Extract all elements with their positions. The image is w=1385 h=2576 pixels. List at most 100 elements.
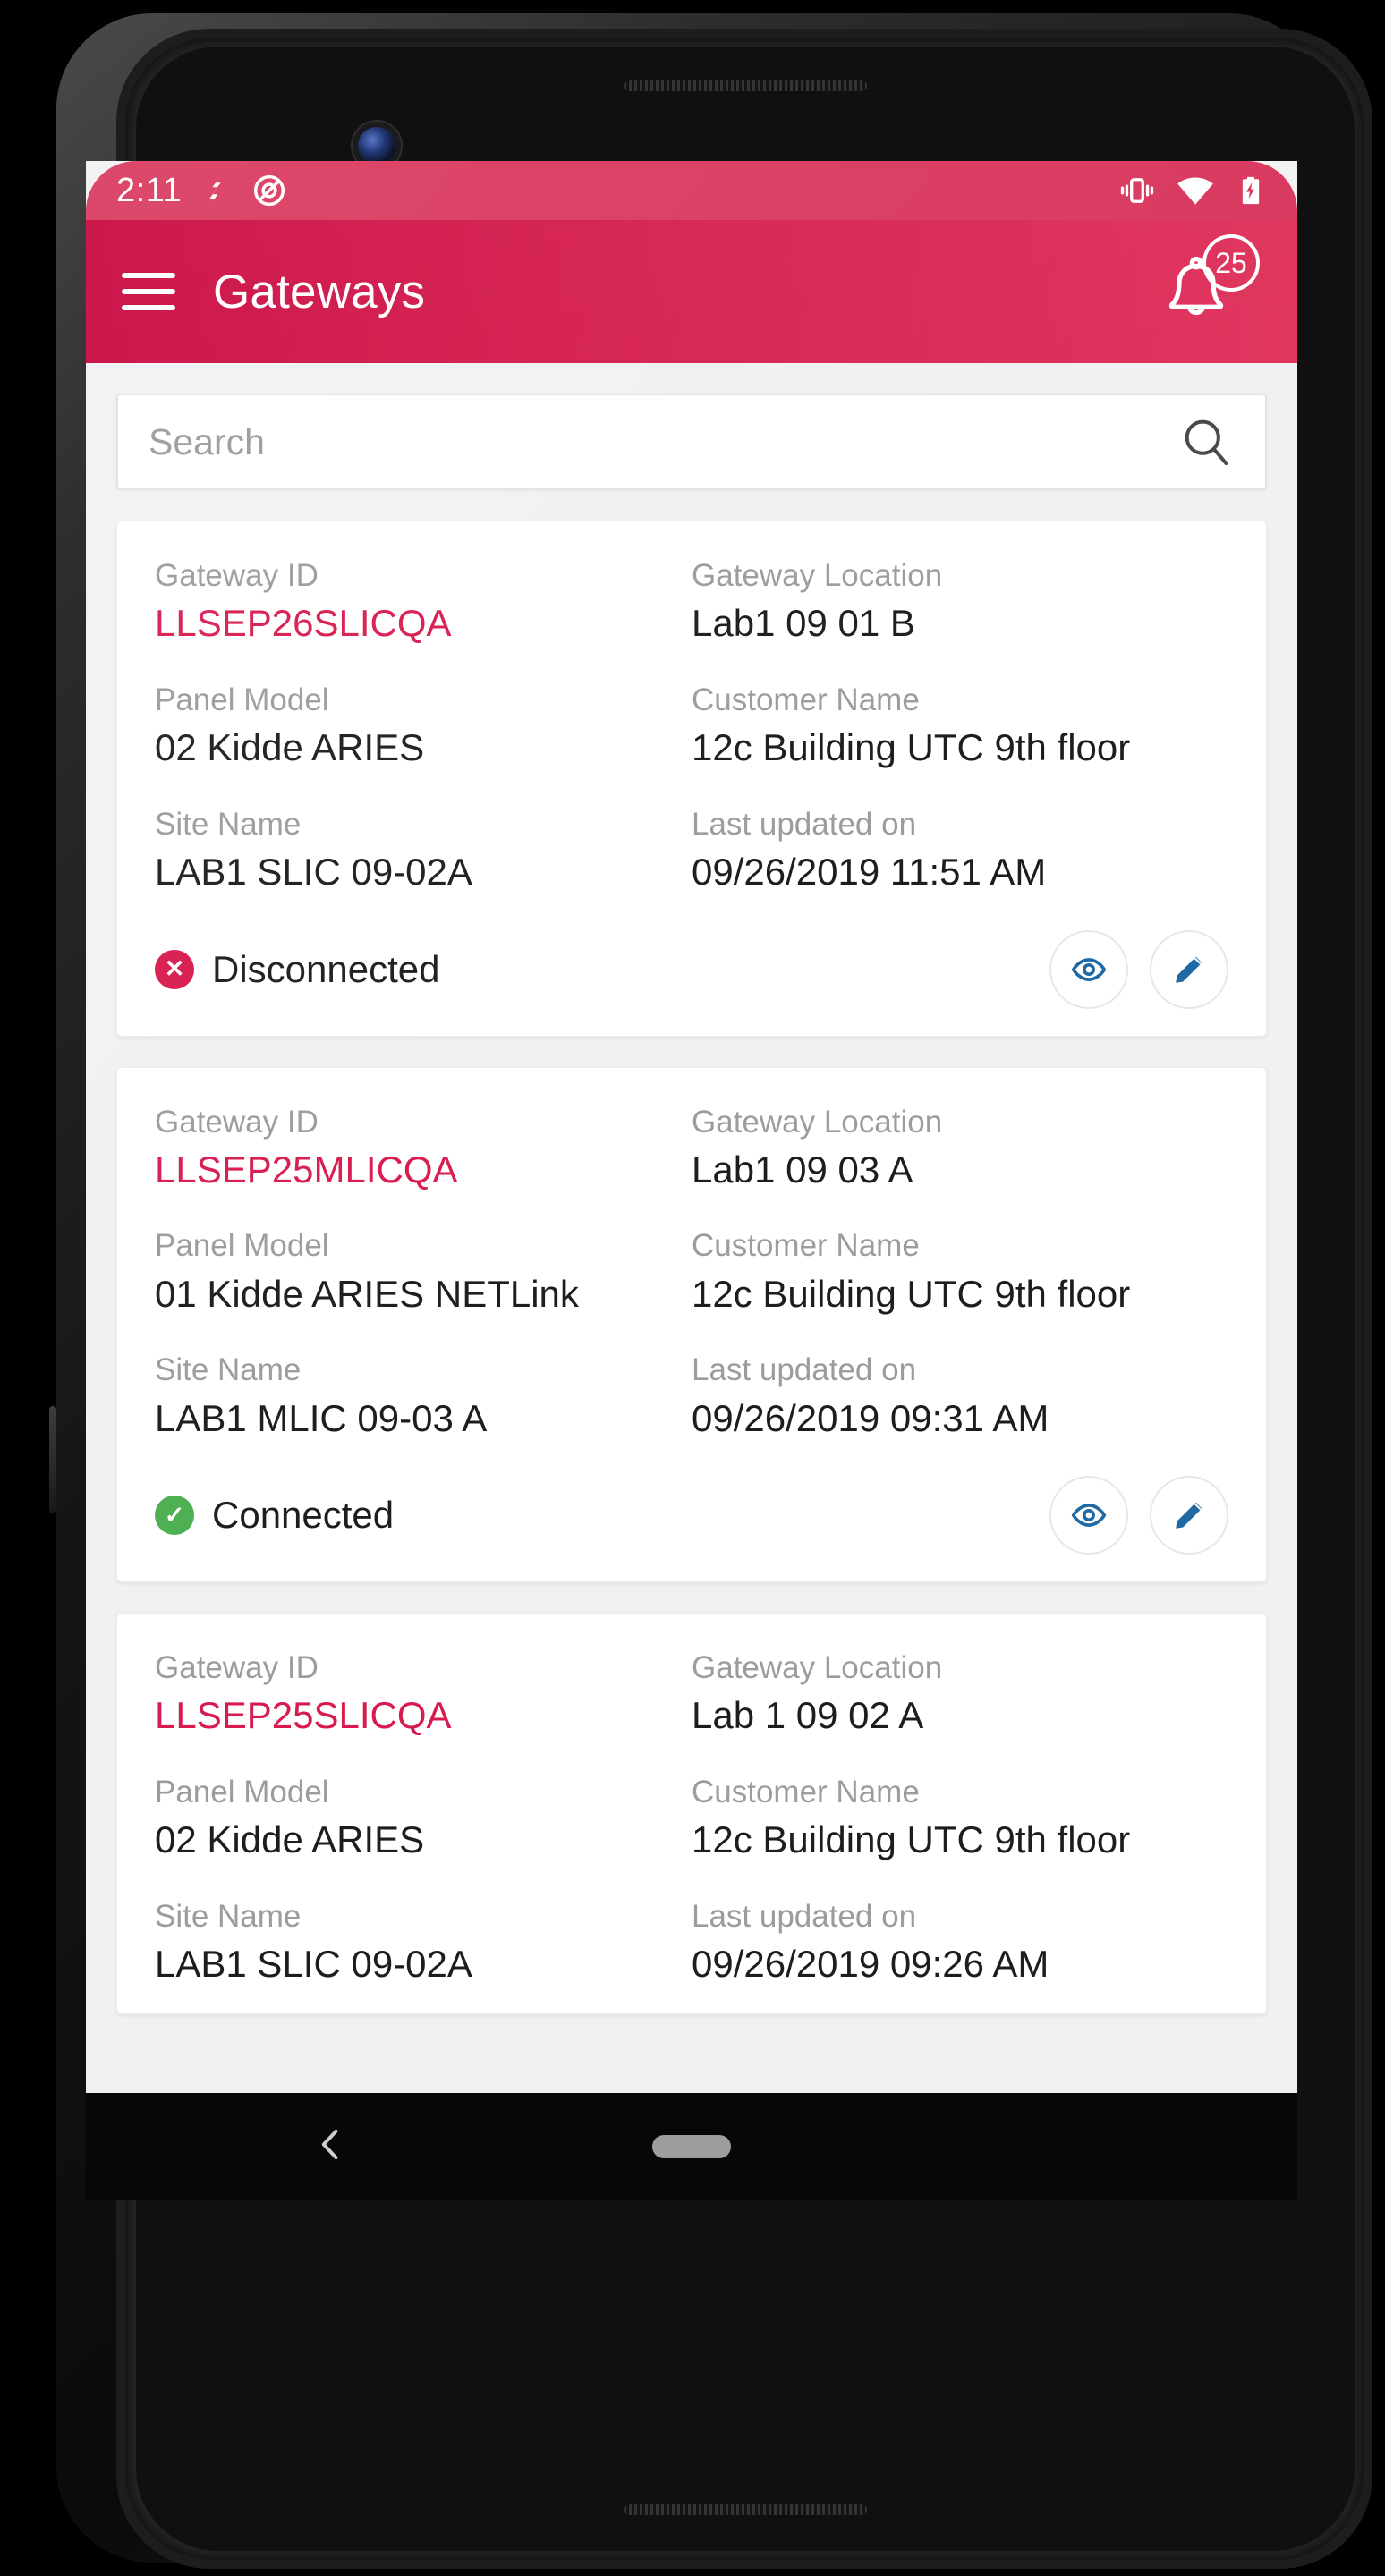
field-last-updated: Last updated on 09/26/2019 09:26 AM [692,1898,1228,1987]
edit-button[interactable] [1150,1476,1228,1555]
gateway-card[interactable]: Gateway ID LLSEP25SLICQA Gateway Locatio… [116,1613,1267,2014]
card-actions [1049,929,1228,1009]
card-status-row: ✕ Disconnected [155,929,1228,1009]
field-label: Panel Model [155,682,329,717]
edit-button[interactable] [1150,929,1228,1009]
home-pill-icon[interactable] [652,2135,731,2158]
field-value: Lab 1 09 02 A [692,1694,924,1737]
nav-back-button[interactable] [311,2125,351,2169]
field-value: 12c Building UTC 9th floor [692,1818,1131,1861]
side-left-button[interactable] [49,1406,56,1513]
view-button[interactable] [1049,929,1128,1009]
field-label: Last updated on [692,806,917,842]
gateway-card[interactable]: Gateway ID LLSEP25MLICQA Gateway Locatio… [116,1066,1267,1583]
field-label: Gateway Location [692,1104,943,1140]
field-label: Panel Model [155,1228,329,1264]
field-gateway-id: Gateway ID LLSEP26SLICQA [155,557,692,646]
disconnected-x-icon: ✕ [155,949,194,989]
field-gateway-location: Gateway Location Lab 1 09 02 A [692,1649,1228,1738]
field-value: 09/26/2019 09:26 AM [692,1943,1049,1986]
pencil-edit-icon [1176,956,1202,983]
field-label: Panel Model [155,1774,329,1809]
status-label: Connected [212,1494,395,1537]
status-badge: ✓ Connected [155,1494,394,1537]
pencil-edit-icon [1176,1502,1202,1529]
field-customer-name: Customer Name 12c Building UTC 9th floor [692,1227,1228,1316]
field-label: Site Name [155,1898,302,1934]
eye-icon [1071,957,1107,981]
notifications-button[interactable]: 25 [1158,234,1260,338]
field-label: Customer Name [692,1228,920,1264]
field-panel-model: Panel Model 02 Kidde ARIES [155,1774,692,1862]
field-label: Gateway ID [155,1104,319,1140]
field-value: LLSEP25MLICQA [155,1148,458,1191]
app-screen: 2:11 Gateways 25 Search Gateway ID LLSEP… [86,161,1297,2093]
card-row: Gateway ID LLSEP25MLICQA Gateway Locatio… [155,1104,1228,1192]
field-label: Site Name [155,806,302,842]
field-gateway-id: Gateway ID LLSEP25MLICQA [155,1104,692,1192]
eye-icon [1071,1504,1107,1528]
search-bar[interactable]: Search [116,394,1267,490]
field-value: 09/26/2019 11:51 AM [692,850,1047,893]
field-value: 02 Kidde ARIES [155,1818,425,1861]
notification-badge: 25 [1202,234,1260,292]
bottom-speaker [624,2504,867,2515]
field-last-updated: Last updated on 09/26/2019 09:31 AM [692,1352,1228,1440]
status-bar-left: 2:11 [116,173,287,208]
card-row: Site Name LAB1 MLIC 09-03 A Last updated… [155,1352,1228,1440]
card-status-row: ✓ Connected [155,1476,1228,1555]
field-label: Last updated on [692,1898,917,1934]
android-navigation-bar [86,2093,1297,2200]
field-value: 01 Kidde ARIES NETLink [155,1272,579,1315]
card-row: Site Name LAB1 SLIC 09-02A Last updated … [155,806,1228,894]
field-label: Gateway ID [155,558,319,593]
field-gateway-id: Gateway ID LLSEP25SLICQA [155,1649,692,1738]
gateway-card[interactable]: Gateway ID LLSEP26SLICQA Gateway Locatio… [116,521,1267,1037]
field-site-name: Site Name LAB1 MLIC 09-03 A [155,1352,692,1440]
card-row: Gateway ID LLSEP26SLICQA Gateway Locatio… [155,557,1228,646]
search-icon[interactable] [1177,413,1235,470]
search-input[interactable]: Search [149,421,1177,463]
field-value: LAB1 SLIC 09-02A [155,850,472,893]
field-value: 02 Kidde ARIES [155,726,425,769]
field-label: Gateway Location [692,1650,943,1686]
field-label: Site Name [155,1352,302,1388]
card-actions [1049,1476,1228,1555]
battery-charging-icon [1242,176,1260,205]
wifi-icon [1177,177,1213,205]
gateways-list-scroll[interactable]: Search Gateway ID LLSEP26SLICQA Gateway … [86,363,1297,2093]
field-site-name: Site Name LAB1 SLIC 09-02A [155,806,692,894]
card-row: Panel Model 02 Kidde ARIES Customer Name… [155,1774,1228,1862]
card-row: Panel Model 02 Kidde ARIES Customer Name… [155,682,1228,770]
status-bar-right [1118,171,1267,210]
field-customer-name: Customer Name 12c Building UTC 9th floor [692,682,1228,770]
field-customer-name: Customer Name 12c Building UTC 9th floor [692,1774,1228,1862]
status-label: Disconnected [212,947,440,990]
view-button[interactable] [1049,1476,1128,1555]
field-value: LLSEP25SLICQA [155,1694,452,1737]
field-panel-model: Panel Model 02 Kidde ARIES [155,682,692,770]
field-value: Lab1 09 01 B [692,602,915,645]
field-value: 09/26/2019 09:31 AM [692,1396,1049,1439]
field-value: LLSEP26SLICQA [155,602,452,645]
field-gateway-location: Gateway Location Lab1 09 03 A [692,1104,1228,1192]
app-bar: Gateways 25 [86,220,1297,363]
card-row: Gateway ID LLSEP25SLICQA Gateway Locatio… [155,1649,1228,1738]
earpiece-speaker [624,80,867,91]
field-label: Customer Name [692,1774,920,1809]
vibrate-icon [1120,178,1154,203]
status-bar-clock: 2:11 [116,172,183,209]
field-label: Customer Name [692,682,920,717]
field-value: 12c Building UTC 9th floor [692,726,1131,769]
field-last-updated: Last updated on 09/26/2019 11:51 AM [692,806,1228,894]
page-title: Gateways [213,265,426,318]
field-label: Gateway Location [692,558,943,593]
do-not-disturb-icon [254,174,285,207]
hamburger-menu-icon[interactable] [122,273,175,310]
field-value: 12c Building UTC 9th floor [692,1272,1131,1315]
status-badge: ✕ Disconnected [155,948,439,991]
card-row: Panel Model 01 Kidde ARIES NETLink Custo… [155,1227,1228,1316]
field-label: Last updated on [692,1352,917,1388]
field-value: Lab1 09 03 A [692,1148,913,1191]
screenshot-root: 2:11 Gateways 25 Search Gateway ID LLSEP… [0,0,1385,2576]
